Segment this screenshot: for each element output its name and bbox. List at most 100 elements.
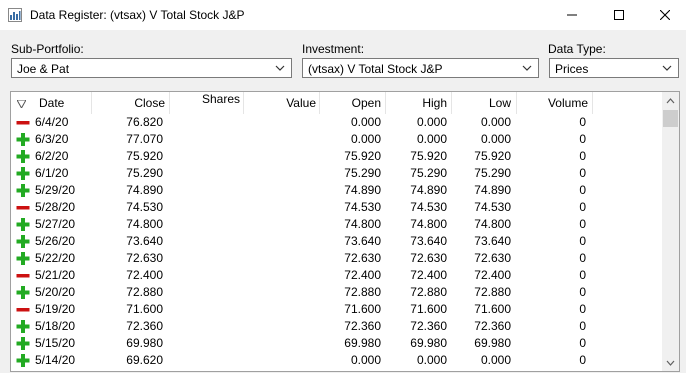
close-cell: 73.640 (126, 234, 163, 248)
value-cell (245, 250, 316, 267)
volume-cell: 0 (579, 200, 586, 214)
low-cell: 73.640 (474, 234, 511, 248)
high-cell: 0.000 (416, 353, 447, 367)
open-cell: 72.880 (344, 285, 381, 299)
minus-icon (16, 206, 30, 210)
date-cell: 5/28/20 (35, 200, 76, 214)
close-cell: 72.360 (126, 319, 163, 333)
date-cell: 5/15/20 (35, 336, 76, 350)
date-cell: 6/2/20 (35, 149, 69, 163)
shares-cell (171, 284, 240, 301)
table-row[interactable]: 6/4/20 76.820 0.000 0.000 0.000 0 (11, 114, 661, 131)
data-register-table: Date Close Shares Value Open High Low Vo… (10, 91, 680, 372)
data-type-select[interactable]: Prices (549, 58, 679, 78)
low-cell: 69.980 (474, 336, 511, 350)
date-cell: 5/22/20 (35, 251, 76, 265)
volume-cell: 0 (579, 268, 586, 282)
table-row[interactable]: 5/29/20 74.890 74.890 74.890 74.890 0 (11, 182, 661, 199)
column-header-date[interactable]: Date (39, 92, 99, 114)
table-row[interactable]: 5/15/20 69.980 69.980 69.980 69.980 0 (11, 335, 661, 352)
low-cell: 74.530 (474, 200, 511, 214)
plus-icon (16, 235, 30, 248)
table-row[interactable]: 5/21/20 72.400 72.400 72.400 72.400 0 (11, 267, 661, 284)
open-cell: 74.800 (344, 217, 381, 231)
shares-cell (171, 267, 240, 284)
table-row[interactable]: 5/26/20 73.640 73.640 73.640 73.640 0 (11, 233, 661, 250)
scroll-thumb[interactable] (663, 110, 678, 127)
high-cell: 75.920 (410, 149, 447, 163)
value-cell (245, 131, 316, 148)
high-cell: 72.880 (410, 285, 447, 299)
close-cell: 77.070 (126, 132, 163, 146)
selector-panel: Sub-Portfolio: Joe & Pat Investment: (vt… (0, 36, 686, 86)
high-cell: 75.290 (410, 166, 447, 180)
high-cell: 0.000 (416, 115, 447, 129)
minimize-button[interactable] (549, 0, 595, 30)
investment-label: Investment: (302, 42, 365, 56)
scroll-up-button[interactable] (662, 92, 679, 109)
high-cell: 72.630 (410, 251, 447, 265)
low-cell: 72.630 (474, 251, 511, 265)
table-row[interactable]: 5/19/20 71.600 71.600 71.600 71.600 0 (11, 301, 661, 318)
table-row[interactable]: 5/20/20 72.880 72.880 72.880 72.880 0 (11, 284, 661, 301)
maximize-button[interactable] (596, 0, 642, 30)
open-cell: 72.630 (344, 251, 381, 265)
window-title: Data Register: (vtsax) V Total Stock J&P (30, 8, 245, 22)
low-cell: 72.880 (474, 285, 511, 299)
column-header-low[interactable]: Low (453, 92, 511, 114)
chevron-up-icon (666, 97, 675, 103)
plus-icon (16, 354, 30, 367)
sort-icon[interactable] (17, 100, 26, 108)
shares-cell (171, 318, 240, 335)
table-row[interactable]: 5/27/20 74.800 74.800 74.800 74.800 0 (11, 216, 661, 233)
column-header-high[interactable]: High (387, 92, 447, 114)
column-header-close[interactable]: Close (96, 92, 165, 114)
volume-cell: 0 (579, 217, 586, 231)
column-header-value[interactable]: Value (245, 92, 316, 114)
close-cell: 74.800 (126, 217, 163, 231)
table-row[interactable]: 6/2/20 75.920 75.920 75.920 75.920 0 (11, 148, 661, 165)
open-cell: 73.640 (344, 234, 381, 248)
volume-cell: 0 (579, 149, 586, 163)
volume-cell: 0 (579, 132, 586, 146)
value-cell (245, 267, 316, 284)
low-cell: 72.360 (474, 319, 511, 333)
close-cell: 75.920 (126, 149, 163, 163)
scroll-down-button[interactable] (662, 354, 679, 371)
close-button[interactable] (642, 0, 686, 30)
minus-icon (16, 121, 30, 125)
high-cell: 73.640 (410, 234, 447, 248)
low-cell: 71.600 (474, 302, 511, 316)
shares-cell (171, 148, 240, 165)
open-cell: 75.290 (344, 166, 381, 180)
investment-select[interactable]: (vtsax) V Total Stock J&P (302, 58, 539, 78)
close-icon (660, 10, 670, 20)
close-cell: 75.290 (126, 166, 163, 180)
table-row[interactable]: 5/14/20 69.620 0.000 0.000 0.000 0 (11, 352, 661, 369)
vertical-scrollbar[interactable] (662, 92, 679, 371)
low-cell: 0.000 (480, 353, 511, 367)
close-cell: 69.980 (126, 336, 163, 350)
table-row[interactable]: 5/28/20 74.530 74.530 74.530 74.530 0 (11, 199, 661, 216)
column-header-shares[interactable]: Shares (171, 92, 240, 114)
table-body: 6/4/20 76.820 0.000 0.000 0.000 0 6/3/20 77.070… (11, 114, 661, 369)
table-row[interactable]: 6/3/20 77.070 0.000 0.000 0.000 0 (11, 131, 661, 148)
volume-cell: 0 (579, 285, 586, 299)
table-row[interactable]: 6/1/20 75.290 75.290 75.290 75.290 0 (11, 165, 661, 182)
value-cell (245, 352, 316, 369)
shares-cell (171, 165, 240, 182)
column-header-volume[interactable]: Volume (518, 92, 588, 114)
low-cell: 0.000 (480, 115, 511, 129)
high-cell: 74.890 (410, 183, 447, 197)
date-cell: 6/4/20 (35, 115, 69, 129)
shares-cell (171, 250, 240, 267)
table-row[interactable]: 5/18/20 72.360 72.360 72.360 72.360 0 (11, 318, 661, 335)
high-cell: 74.800 (410, 217, 447, 231)
volume-cell: 0 (579, 336, 586, 350)
value-cell (245, 216, 316, 233)
table-row[interactable]: 5/22/20 72.630 72.630 72.630 72.630 0 (11, 250, 661, 267)
sub-portfolio-select[interactable]: Joe & Pat (11, 58, 292, 78)
close-cell: 71.600 (126, 302, 163, 316)
column-header-open[interactable]: Open (321, 92, 381, 114)
open-cell: 69.980 (344, 336, 381, 350)
